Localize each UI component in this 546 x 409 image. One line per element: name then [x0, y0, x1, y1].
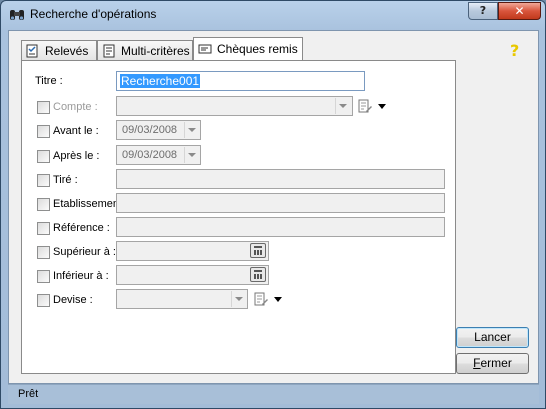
inferieur-checkbox[interactable]	[37, 270, 50, 283]
fermer-button[interactable]: Fermer	[456, 353, 529, 374]
checklist-icon	[26, 44, 38, 57]
caret-down-icon[interactable]	[274, 297, 282, 302]
window-title: Recherche d'opérations	[30, 7, 157, 21]
apres-value: 09/03/2008	[122, 149, 178, 161]
status-text: Prêt	[18, 388, 39, 400]
status-bar: Prêt	[8, 384, 539, 404]
inferieur-input[interactable]	[116, 265, 269, 285]
etablissement-input[interactable]	[116, 193, 445, 213]
apres-date-picker[interactable]: 09/03/2008	[116, 145, 201, 165]
compte-checkbox[interactable]	[37, 101, 50, 114]
help-icon[interactable]: ?	[510, 41, 519, 60]
reference-checkbox[interactable]	[37, 222, 50, 235]
avant-value: 09/03/2008	[122, 124, 178, 136]
lancer-button[interactable]: Lancer	[456, 327, 529, 348]
avant-date-picker[interactable]: 09/03/2008	[116, 120, 201, 140]
chevron-down-icon[interactable]	[184, 147, 199, 163]
dialog-window: Recherche d'opérations ? ✕ Relevés Multi…	[0, 0, 546, 409]
titre-input[interactable]: Recherche001	[116, 71, 365, 91]
reference-input[interactable]	[116, 217, 445, 237]
tab-multi-criteres[interactable]: Multi-critères	[97, 40, 193, 60]
titre-value: Recherche001	[120, 74, 201, 88]
caret-down-icon[interactable]	[378, 104, 386, 109]
binoculars-icon	[10, 10, 24, 20]
compte-select[interactable]	[116, 96, 353, 116]
compte-label: Compte :	[53, 101, 98, 113]
tab-releves-label: Relevés	[45, 43, 89, 58]
apres-label: Après le :	[53, 150, 100, 162]
chevron-down-icon[interactable]	[184, 122, 199, 138]
cheque-icon	[198, 44, 212, 54]
titre-label: Titre :	[35, 75, 63, 87]
calculator-icon[interactable]	[250, 267, 266, 282]
calculator-icon[interactable]	[250, 243, 266, 258]
inferieur-label: Inférieur à :	[53, 270, 109, 282]
tab-panel-cheques: Titre : Recherche001 Compte : Avant le :	[21, 60, 456, 374]
superieur-label: Supérieur à :	[53, 246, 116, 258]
document-icon	[103, 44, 115, 57]
superieur-checkbox[interactable]	[37, 246, 50, 259]
tab-cheques-remis[interactable]: Chèques remis	[193, 37, 303, 60]
devise-checkbox[interactable]	[37, 294, 50, 307]
etablissement-checkbox[interactable]	[37, 198, 50, 211]
tire-checkbox[interactable]	[37, 174, 50, 187]
edit-list-icon[interactable]	[253, 291, 269, 307]
superieur-input[interactable]	[116, 241, 269, 261]
tab-releves[interactable]: Relevés	[21, 40, 97, 60]
devise-select[interactable]	[116, 289, 248, 309]
title-bar[interactable]: Recherche d'opérations ? ✕	[1, 1, 545, 29]
help-title-button[interactable]: ?	[468, 2, 498, 20]
fermer-mnemonic: F	[473, 356, 481, 370]
etablissement-label: Etablissement :	[53, 198, 117, 210]
tire-input[interactable]	[116, 169, 445, 189]
apres-checkbox[interactable]	[37, 150, 50, 163]
close-button[interactable]: ✕	[498, 2, 541, 20]
dialog-client-area: Relevés Multi-critères Chèques remis ? T…	[8, 30, 539, 384]
avant-label: Avant le :	[53, 125, 99, 137]
chevron-down-icon[interactable]	[231, 291, 246, 307]
avant-checkbox[interactable]	[37, 125, 50, 138]
edit-list-icon[interactable]	[357, 98, 373, 114]
fermer-label-rest: ermer	[480, 356, 512, 370]
devise-label: Devise :	[53, 294, 93, 306]
reference-label: Référence :	[53, 222, 110, 234]
chevron-down-icon[interactable]	[335, 98, 350, 114]
tab-multi-criteres-label: Multi-critères	[121, 43, 190, 58]
tab-cheques-remis-label: Chèques remis	[217, 42, 298, 56]
tire-label: Tiré :	[53, 174, 78, 186]
